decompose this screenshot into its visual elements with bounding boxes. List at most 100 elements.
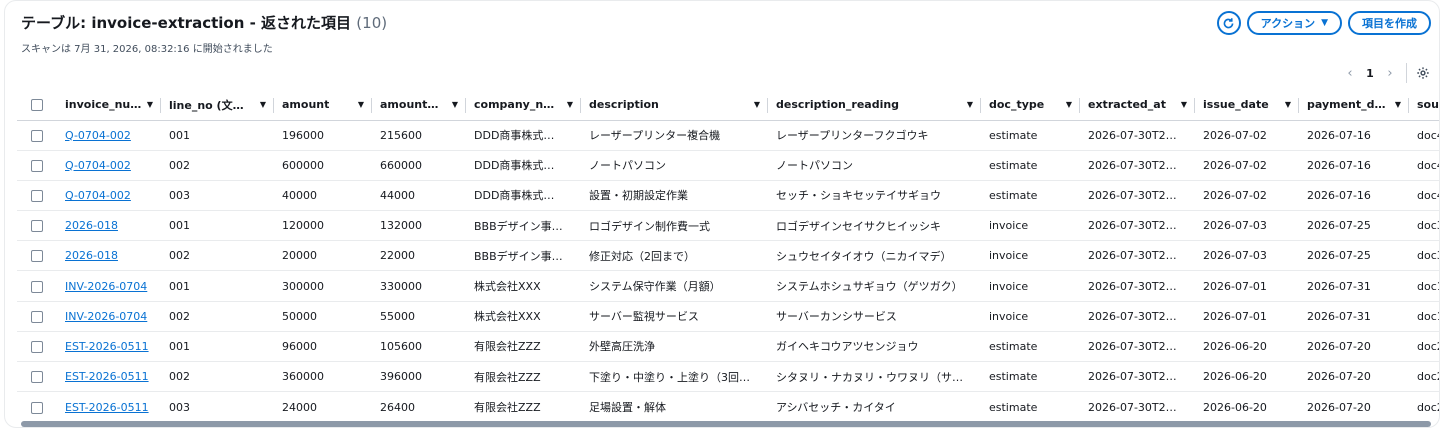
column-header-description[interactable]: description ▼ <box>581 90 768 121</box>
cell-company-name: BBBデザイン事… <box>466 210 581 242</box>
cell-source: doc4 <box>1409 120 1439 151</box>
item-link[interactable]: Q-0704-002 <box>65 189 131 202</box>
current-page[interactable]: 1 <box>1360 67 1380 80</box>
row-checkbox[interactable] <box>31 250 43 263</box>
table-settings-button[interactable] <box>1415 65 1431 81</box>
column-header-company-name[interactable]: company_n… ▼ <box>466 90 581 121</box>
cell-doc-type: invoice <box>981 301 1080 332</box>
cell-line-no: 002 <box>161 150 274 181</box>
sort-caret-icon[interactable]: ▼ <box>452 100 458 109</box>
row-checkbox[interactable] <box>31 159 43 172</box>
cell-amount: 300000 <box>274 270 372 302</box>
cell-amount-tax: 660000 <box>372 150 466 181</box>
cell-invoice-number: EST-2026-0511 <box>57 331 161 363</box>
cell-issue-date: 2026-07-02 <box>1195 150 1299 181</box>
item-link[interactable]: Q-0704-002 <box>65 129 131 142</box>
item-link[interactable]: EST-2026-0511 <box>65 340 149 353</box>
cell-issue-date: 2026-07-03 <box>1195 210 1299 242</box>
header-actions: アクション ▼ 項目を作成 <box>1216 11 1431 35</box>
cell-extracted-at: 2026-07-30T2… <box>1080 361 1195 393</box>
sort-caret-icon[interactable]: ▼ <box>967 100 973 109</box>
cell-company-name: DDD商事株式… <box>466 150 581 181</box>
column-header-amount[interactable]: amount ▼ <box>274 90 372 121</box>
column-header-payment-date[interactable]: payment_d… ▼ <box>1299 90 1409 121</box>
row-select-cell <box>17 392 57 420</box>
cell-description-reading: ガイヘキコウアツセンジョウ <box>768 331 981 363</box>
column-header-label: description_reading <box>776 98 900 112</box>
sort-caret-icon[interactable]: ▼ <box>1066 100 1072 109</box>
row-checkbox[interactable] <box>31 129 43 142</box>
item-link[interactable]: INV-2026-0704 <box>65 280 147 293</box>
sort-caret-icon[interactable]: ▼ <box>754 100 760 109</box>
cell-invoice-number: Q-0704-002 <box>57 180 161 212</box>
item-link[interactable]: 2026-018 <box>65 249 118 262</box>
cell-description: ロゴデザイン制作費一式 <box>581 210 768 242</box>
cell-extracted-at: 2026-07-30T2… <box>1080 270 1195 302</box>
row-select-cell <box>17 270 57 302</box>
cell-issue-date: 2026-07-02 <box>1195 180 1299 212</box>
cell-doc-type: estimate <box>989 400 1038 414</box>
row-checkbox[interactable] <box>31 310 43 323</box>
cell-source: doc2 <box>1417 400 1439 414</box>
column-header-content: amount ▼ <box>282 98 364 111</box>
cell-extracted-at: 2026-07-30T2… <box>1088 400 1177 414</box>
cell-line-no: 001 <box>161 331 274 363</box>
row-select-cell <box>17 210 57 242</box>
cell-amount-tax: 215600 <box>372 120 466 151</box>
column-header-amount-tax[interactable]: amount… ▼ <box>372 90 466 121</box>
cell-invoice-number: Q-0704-002 <box>57 120 161 151</box>
column-header-source[interactable]: sour <box>1409 90 1439 121</box>
column-header-doc-type[interactable]: doc_type ▼ <box>981 90 1080 121</box>
item-link[interactable]: 2026-018 <box>65 219 118 232</box>
row-select-cell <box>17 361 57 393</box>
sort-caret-icon[interactable]: ▼ <box>1181 100 1187 109</box>
sort-caret-icon[interactable]: ▼ <box>1285 100 1291 109</box>
prev-page-button[interactable]: ‹ <box>1340 66 1360 81</box>
sort-caret-icon[interactable]: ▼ <box>147 100 153 109</box>
sort-caret-icon[interactable]: ▼ <box>260 100 266 109</box>
column-header-label: issue_date <box>1203 98 1269 112</box>
table-body: Q-0704-002 001 196000 215600 DDD商事株式… レーザープリン… <box>17 120 1439 420</box>
row-checkbox[interactable] <box>31 401 43 414</box>
select-all-checkbox[interactable] <box>31 99 43 112</box>
sort-caret-icon[interactable]: ▼ <box>567 100 573 109</box>
item-link[interactable]: INV-2026-0704 <box>65 310 147 323</box>
cell-issue-date: 2026-06-20 <box>1195 361 1299 393</box>
actions-dropdown-button[interactable]: アクション ▼ <box>1246 11 1342 35</box>
cell-amount: 50000 <box>274 301 372 332</box>
row-select-cell <box>17 331 57 363</box>
item-count: (10) <box>356 14 388 32</box>
row-checkbox[interactable] <box>31 220 43 233</box>
row-checkbox[interactable] <box>31 189 43 202</box>
cell-amount-tax: 396000 <box>372 361 466 393</box>
cell-issue-date: 2026-07-02 <box>1195 120 1299 151</box>
column-header-label: extracted_at <box>1088 98 1166 112</box>
cell-amount: 120000 <box>274 210 372 242</box>
item-link[interactable]: Q-0704-002 <box>65 159 131 172</box>
row-checkbox[interactable] <box>31 371 43 384</box>
cell-amount: 20000 <box>274 240 372 272</box>
next-page-button[interactable]: › <box>1380 66 1400 81</box>
cell-company-name: 株式会社XXX <box>466 270 581 302</box>
item-link[interactable]: EST-2026-0511 <box>65 370 149 383</box>
sort-caret-icon[interactable]: ▼ <box>358 100 364 109</box>
row-checkbox[interactable] <box>31 340 43 353</box>
horizontal-scrollbar[interactable] <box>21 421 1431 427</box>
sort-caret-icon[interactable]: ▼ <box>1395 100 1401 109</box>
column-header-label: sour <box>1417 98 1439 112</box>
item-link[interactable]: EST-2026-0511 <box>65 401 149 414</box>
column-header-description-reading[interactable]: description_reading ▼ <box>768 90 981 121</box>
cell-doc-type: estimate <box>981 331 1080 363</box>
pagination: ‹ 1 › <box>1340 61 1431 85</box>
column-header-extracted-at[interactable]: extracted_at ▼ <box>1080 90 1195 121</box>
row-checkbox[interactable] <box>31 280 43 293</box>
column-header-line-no[interactable]: line_no (文… ▼ <box>161 90 274 121</box>
column-header-issue-date[interactable]: issue_date ▼ <box>1195 90 1299 121</box>
cell-issue-date: 2026-07-01 <box>1195 301 1299 332</box>
cell-source: doc4 <box>1409 180 1439 212</box>
create-item-button[interactable]: 項目を作成 <box>1348 11 1431 35</box>
column-header-content: company_n… ▼ <box>474 98 573 111</box>
column-header-invoice-number[interactable]: invoice_nu… ▼ <box>57 90 161 121</box>
cell-invoice-number: EST-2026-0511 <box>57 361 161 393</box>
refresh-button[interactable] <box>1216 11 1241 35</box>
